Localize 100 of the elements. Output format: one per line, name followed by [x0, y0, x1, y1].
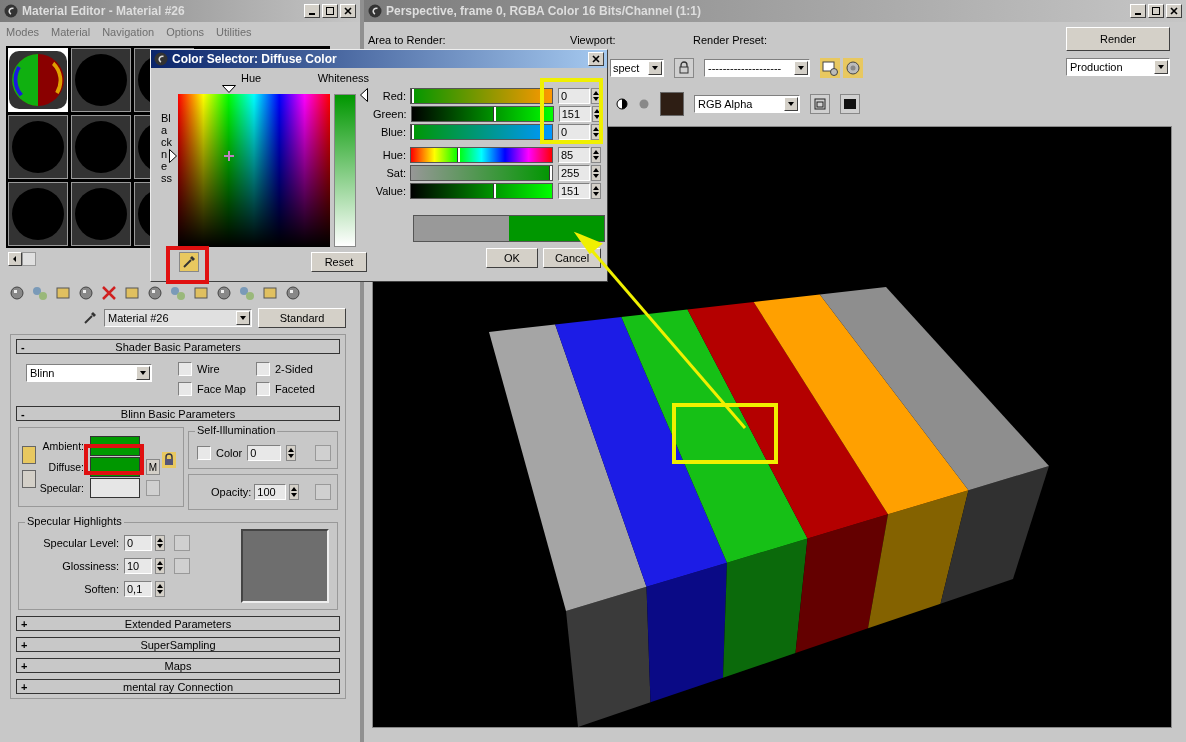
whiteness-pointer-icon[interactable] — [360, 88, 368, 102]
checkbox-label: Wire — [197, 363, 220, 375]
padlock-icon[interactable] — [162, 452, 176, 468]
slider-thumb[interactable] — [493, 107, 497, 121]
number-field[interactable]: 0 — [247, 445, 282, 461]
spinner-button[interactable] — [286, 445, 297, 461]
number-field[interactable]: 255 — [558, 165, 590, 181]
sample-slot[interactable] — [71, 115, 131, 179]
highlight-frame — [166, 246, 209, 284]
shader-dropdown[interactable]: Blinn — [26, 364, 152, 382]
checkbox[interactable] — [197, 446, 211, 460]
sample-slot[interactable] — [71, 48, 131, 112]
checkbox[interactable] — [178, 362, 192, 376]
color-label: Specular: — [38, 482, 84, 494]
scrollbar-thumb[interactable] — [22, 252, 36, 266]
spinner-button[interactable] — [155, 558, 165, 574]
channel-label: Hue: — [381, 149, 406, 161]
checker-sphere-icon[interactable] — [8, 284, 26, 302]
color-swatch[interactable] — [660, 92, 684, 116]
checkbox[interactable] — [256, 382, 270, 396]
sample-slot[interactable] — [8, 115, 68, 179]
hue-pointer-icon[interactable] — [221, 85, 236, 93]
slider-thumb[interactable] — [456, 148, 460, 162]
field-label: Area to Render: — [368, 34, 447, 46]
hue-blackness-field[interactable] — [178, 94, 330, 247]
material-name-dropdown[interactable]: Material #26 — [104, 309, 252, 327]
spinner-button[interactable] — [591, 124, 601, 140]
blackness-pointer-icon[interactable] — [169, 149, 177, 164]
rollout-header[interactable]: + SuperSampling — [16, 637, 340, 652]
sample-slot[interactable] — [8, 182, 68, 246]
checkbox[interactable] — [178, 382, 192, 396]
up-down-arrows-icon — [592, 184, 600, 198]
spinner-button[interactable] — [289, 484, 300, 500]
color-swatch[interactable] — [90, 478, 140, 498]
field-label: Glossiness: — [61, 560, 119, 572]
caret-icon — [1154, 60, 1168, 74]
number-field[interactable]: 0,1 — [124, 581, 152, 597]
left-arrow-icon — [11, 255, 19, 263]
slider-thumb[interactable] — [492, 184, 496, 198]
number-field[interactable]: 0 — [558, 88, 590, 104]
rollout-header[interactable]: + Maps — [16, 658, 340, 673]
app-logo-icon — [4, 4, 18, 18]
map-button[interactable]: M — [146, 459, 160, 475]
spinner-button[interactable] — [591, 165, 601, 181]
rollout-header[interactable]: - Blinn Basic Parameters — [16, 406, 340, 421]
slider-thumb[interactable] — [411, 125, 414, 139]
maximize-icon — [1151, 6, 1161, 16]
number-field[interactable]: 151 — [558, 106, 591, 122]
caret-icon — [236, 311, 250, 325]
channel-dropdown[interactable]: RGB Alpha — [694, 95, 800, 113]
rollout-header[interactable]: - Shader Basic Parameters — [16, 339, 340, 354]
sphere-preview — [75, 121, 127, 173]
rollout-header[interactable]: + Extended Parameters — [16, 616, 340, 631]
cancel-button[interactable]: Cancel — [543, 248, 601, 268]
spinner-button[interactable] — [591, 183, 601, 199]
reset-button[interactable]: Reset — [311, 252, 367, 272]
group-title: Self-Illumination — [195, 424, 278, 436]
caret-icon — [784, 97, 798, 111]
caret-icon — [136, 366, 150, 380]
number-field[interactable]: 0 — [558, 124, 590, 140]
number-field[interactable]: 151 — [558, 183, 590, 199]
channel-label: Blue: — [379, 126, 406, 138]
number-field[interactable]: 85 — [558, 147, 590, 163]
hue-label: Hue — [241, 72, 262, 84]
number-field[interactable]: 10 — [124, 558, 152, 574]
slider-thumb[interactable] — [411, 89, 414, 103]
spinner-button[interactable] — [591, 147, 601, 163]
spinner-button[interactable] — [155, 581, 165, 597]
color-label: Ambient: — [41, 440, 84, 452]
spinner-button[interactable] — [591, 106, 602, 122]
close-button[interactable] — [588, 52, 604, 66]
caret-icon — [794, 61, 808, 75]
spinner-button[interactable] — [591, 88, 601, 104]
ok-button[interactable]: OK — [486, 248, 538, 268]
highlight-frame — [540, 78, 603, 144]
half-circle-icon[interactable] — [616, 98, 628, 110]
window-icon[interactable] — [810, 94, 830, 114]
number-field[interactable]: 100 — [254, 484, 287, 500]
scroll-left-button[interactable] — [8, 252, 22, 266]
checkbox[interactable] — [256, 362, 270, 376]
padlock-icon[interactable] — [674, 58, 694, 78]
whiteness-bar[interactable] — [334, 94, 356, 247]
material-type-button[interactable]: Standard — [258, 308, 346, 328]
eyedropper-button[interactable] — [179, 252, 199, 272]
spinner-button[interactable] — [155, 535, 165, 551]
rollout-header[interactable]: + mental ray Connection — [16, 679, 340, 694]
dot-icon[interactable] — [638, 98, 650, 110]
render-mode-dropdown[interactable]: Production — [1066, 58, 1170, 76]
render-preset-dropdown[interactable]: -------------------- — [704, 59, 810, 77]
eyedropper-icon[interactable] — [82, 310, 98, 326]
x-mark-icon[interactable] — [100, 284, 118, 302]
slider-thumb[interactable] — [549, 166, 552, 180]
render-setup-icon[interactable] — [820, 58, 840, 78]
checkbox-label: Faceted — [275, 383, 315, 395]
number-field[interactable]: 0 — [124, 535, 152, 551]
display-icon[interactable] — [840, 94, 860, 114]
viewport-dropdown[interactable]: spect — [610, 59, 664, 77]
render-button[interactable]: Render — [1066, 27, 1170, 51]
dialog-title: Color Selector: Diffuse Color — [172, 52, 337, 66]
sample-slot[interactable] — [71, 182, 131, 246]
